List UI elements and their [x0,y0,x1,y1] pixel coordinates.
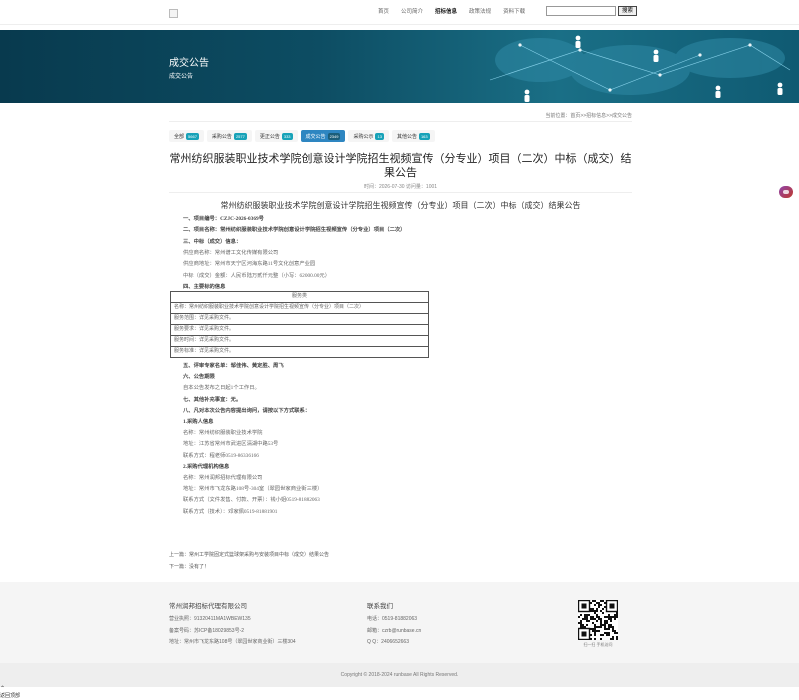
nav-downloads[interactable]: 资料下载 [503,9,525,16]
main-nav: 首页 公司简介 招标信息 政策法规 资料下载 [378,9,537,16]
service-row: 服务标准：详见采购文件。 [170,346,429,358]
tab-0[interactable]: 全部 5667 [169,130,204,142]
body-line: 名称：常州润邦招标代理有限公司 [183,475,263,481]
tab-label: 采购公示 [353,133,374,140]
body-line: 联系方式：程老师0519-86336166 [183,452,259,459]
footer-company-name: 常州润邦招标代理有限公司 [169,603,247,610]
tab-count-badge: 5667 [186,132,199,140]
tab-label: 成交公告 [305,133,326,140]
nav-home[interactable]: 首页 [378,9,389,16]
body-line: 中标（成交）金额：人民币陆万贰仟元整（小写：62000.00元） [183,272,330,279]
nav-about[interactable]: 公司简介 [401,9,423,16]
tab-label: 采购公告 [211,133,232,140]
arrow-up-icon: ⌃ [0,686,6,692]
service-row: 服务要求：详见采购文件。 [170,324,429,336]
body-line: 自本公告发布之日起1个工作日。 [183,385,260,392]
body-line: 1.采购人信息 [183,419,214,425]
body-line: 供应商地址：常州市天宁区河海东路11号文化创意产业园 [183,261,316,268]
divider [169,192,632,193]
footer-qq: Q Q：2406652663 [367,639,409,645]
logo-image[interactable] [169,9,178,18]
tab-3[interactable]: 成交公告 2349 [300,130,346,142]
tab-count-badge: 163 [418,132,430,140]
back-to-top-button[interactable]: ⌃ 返回顶部 [0,686,20,699]
tab-1[interactable]: 采购公告 2577 [206,130,252,142]
breadcrumb[interactable]: 当前位置：首页>>招标信息>>成交公告 [545,112,632,119]
tab-2[interactable]: 更正公告 333 [254,130,298,142]
body-line: 一、项目编号：CZJC-2026-0369号 [183,216,264,222]
body-line: 三、中标（成交）信息： [183,238,242,245]
prev-article-link[interactable]: 上一篇：常州工学院固定式篮球架采购与安装项目中标（成交）结果公告 [169,551,329,558]
body-line: 联系方式（技术）：邓家佩0519-81881901 [183,508,278,515]
article-meta: 时间：2026-07-30 访问量：1001 [363,184,438,190]
tab-count-badge: 333 [281,132,293,140]
next-article-link[interactable]: 下一篇：没有了！ [169,563,209,570]
copyright-text: Copyright © 2018-2024 runbase All Rights… [340,672,459,678]
copyright-bar: Copyright © 2018-2024 runbase All Rights… [0,663,799,687]
nav-tender-info[interactable]: 招标信息 [435,9,457,16]
service-row: 名称：常州纺织服装职业技术学院创意设计学院招生视频宣传（分专业）项目（二次） [170,302,429,314]
service-table-header: 服务类 [170,291,429,303]
body-line: 四、主要标的信息 [183,283,226,290]
page-banner: 成交公告 成交公告 [0,30,799,103]
footer-address: 地址：常州市飞龙东路108号（翠园世家商业街）三楼304 [169,639,296,645]
body-line: 五、评审专家名单：邹佳伟、黄定胜、周飞 [183,363,284,369]
footer-icp[interactable]: 备案号码：苏ICP备18029853号-2 [169,627,244,634]
qr-code-image [578,600,618,640]
footer-license: 营业执照：91320411MA1WBEW135 [169,616,251,622]
divider [169,121,632,122]
body-line: 地址：常州市飞龙东路108号-304室（翠园世家商业街三楼） [183,486,323,493]
body-line: 供应商名称：常州谱工文化传媒有限公司 [183,249,279,256]
body-line: 七、其他补充事宜：无。 [183,396,242,403]
tab-4[interactable]: 采购公示 13 [348,130,389,142]
footer-phone: 电话：0519-81882063 [367,616,418,622]
footer-email[interactable]: 邮箱：czrb@runbase.cn [367,627,421,634]
tab-label: 其他公告 [396,133,417,140]
body-line: 联系方式（文件发售、付款、开票）：钱小姐0519-81882063 [183,497,320,504]
footer-contact-title: 联系我们 [367,603,393,610]
service-row: 服务范围：详见采购文件。 [170,313,429,325]
back-to-top-label: 返回顶部 [0,693,21,699]
article-title: 常州纺织服装职业技术学院创意设计学院招生视频宣传（分专业）项目（二次）中标（成交… [169,153,632,179]
body-line: 二、项目名称：常州纺织服装职业技术学院创意设计学院招生视频宣传（分专业）项目（二… [183,227,406,234]
tab-count-badge: 2349 [327,132,341,140]
tab-count-badge: 13 [375,132,384,140]
body-line: 2.采购代理机构信息 [183,463,230,470]
search-button[interactable]: 搜索 [618,6,638,16]
category-tabs: 全部 5667 采购公告 2577 更正公告 333 成交公告 2349 采购公示 13 其他公告 1… [169,130,435,142]
top-navbar: 首页 公司简介 招标信息 政策法规 资料下载 搜索 [0,0,799,25]
footer [0,582,799,663]
document-title: 常州纺织服装职业技术学院创意设计学院招生视频宣传（分专业）项目（二次）中标（成交… [220,201,581,210]
body-line: 名称：常州纺织服装职业技术学院 [183,430,263,437]
tab-label: 全部 [174,133,185,140]
tab-5[interactable]: 其他公告 163 [391,130,435,142]
body-line: 六、公告期限 [183,374,215,381]
banner-title: 成交公告 [169,58,209,69]
tab-count-badge: 2577 [233,132,247,140]
service-row: 服务时间：详见采购文件。 [170,335,429,347]
qr-caption: 扫一扫 手机访问 [583,642,613,647]
body-line: 地址：江苏省常州市武进区滆湖中路53号 [183,441,279,448]
body-line: 八、凡对本次公告内容提出询问，请按以下方式联系： [183,407,311,414]
world-map-graphic [489,35,791,102]
search-box: 搜索 [546,6,638,16]
chat-widget-icon[interactable] [779,186,793,198]
search-input[interactable] [546,6,616,16]
nav-policy[interactable]: 政策法规 [469,9,491,16]
tab-label: 更正公告 [259,133,280,140]
service-table: 服务类 名称：常州纺织服装职业技术学院创意设计学院招生视频宣传（分专业）项目（二… [170,291,429,358]
banner-subtitle: 成交公告 [169,74,194,80]
